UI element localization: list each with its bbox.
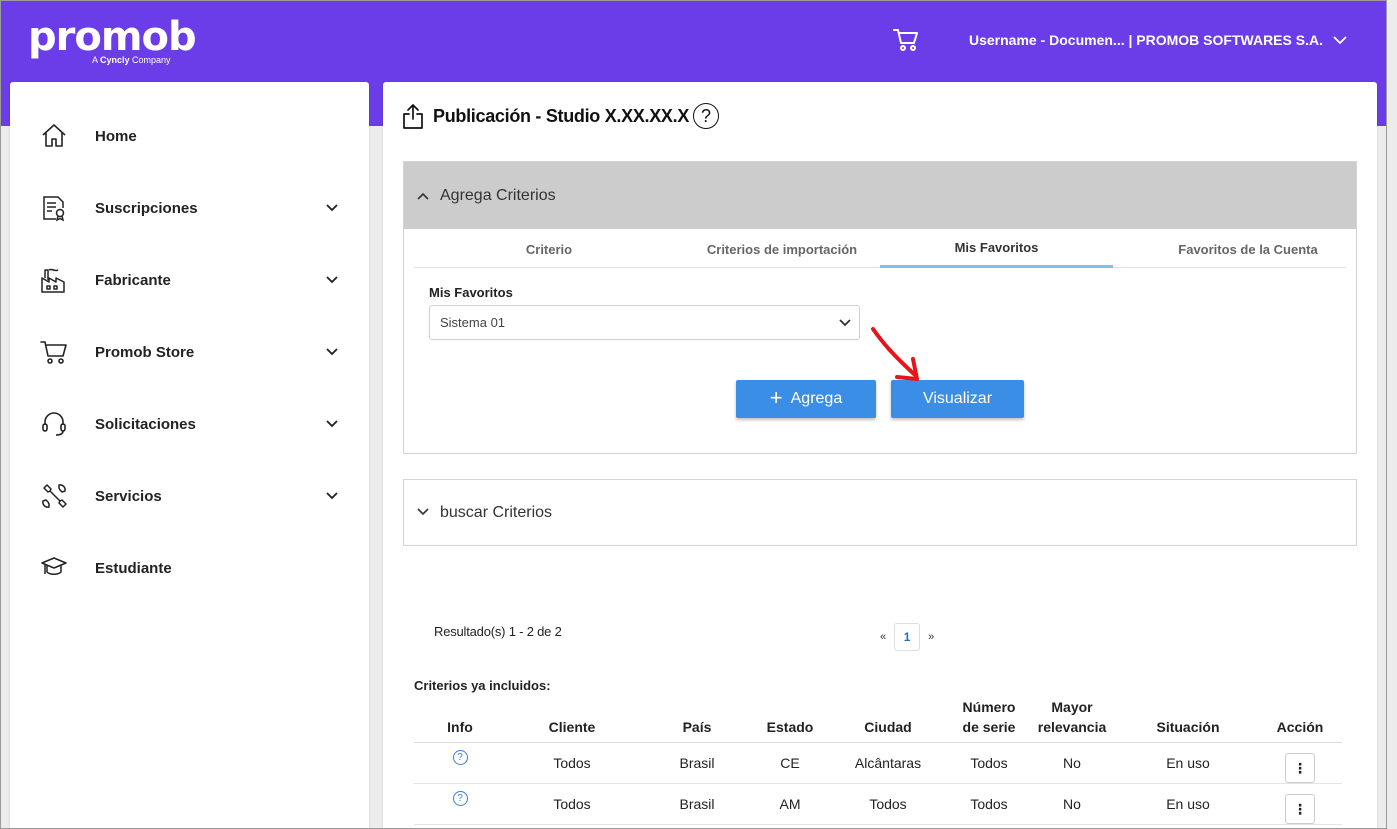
- cell-situacion: En uso: [1118, 783, 1258, 825]
- chevron-down-icon: [326, 276, 338, 284]
- criteria-panel-header[interactable]: Agrega Criterios: [404, 162, 1356, 229]
- certificate-document-icon: [39, 193, 69, 223]
- user-account-menu[interactable]: Username - Documen... | PROMOB SOFTWARES…: [969, 32, 1347, 48]
- chevron-down-icon: [417, 508, 429, 516]
- cart-icon: [39, 337, 69, 367]
- view-button-label: Visualizar: [922, 390, 993, 407]
- sidebar-item-label: Promob Store: [95, 343, 195, 361]
- col-situacion: Situación: [1118, 697, 1258, 743]
- promob-logo[interactable]: promob A Cyncly Company: [28, 14, 197, 65]
- info-icon[interactable]: ?: [452, 750, 468, 765]
- tab-criterio[interactable]: Criterio: [414, 230, 684, 268]
- pagination-page-1[interactable]: 1: [894, 623, 921, 651]
- row-actions-button[interactable]: ⋮: [1285, 794, 1315, 824]
- favorites-select[interactable]: Sistema 01: [429, 305, 860, 340]
- search-criteria-panel[interactable]: buscar Criterios: [403, 479, 1357, 546]
- criteria-panel-title: Agrega Criterios: [440, 186, 556, 204]
- cell-numero-serie: Todos: [952, 783, 1026, 825]
- annotation-arrow-icon: [871, 327, 919, 381]
- add-button-label: Agrega: [790, 390, 843, 407]
- help-icon[interactable]: ?: [693, 103, 720, 129]
- cell-estado: CE: [756, 742, 824, 784]
- results-summary: Resultado(s) 1 - 2 de 2: [434, 624, 562, 639]
- criteria-tabs: Criterio Criterios de importación Mis Fa…: [414, 230, 1346, 268]
- sidebar-item-promob-store[interactable]: Promob Store: [10, 322, 369, 382]
- sidebar-item-fabricante[interactable]: Fabricante: [10, 250, 369, 310]
- sidebar-item-suscripciones[interactable]: Suscripciones: [10, 178, 369, 238]
- logo-tagline: A Cyncly Company: [92, 55, 171, 65]
- chevron-down-icon: [326, 420, 338, 428]
- logo-text: promob: [28, 14, 197, 60]
- cart-icon[interactable]: [892, 27, 920, 53]
- sidebar: Home Suscripciones Fabricante Promob Sto…: [10, 82, 369, 828]
- cell-cliente: Todos: [506, 742, 638, 784]
- chevron-down-icon: [326, 348, 338, 356]
- sidebar-item-label: Solicitaciones: [95, 415, 196, 433]
- sidebar-item-servicios[interactable]: Servicios: [10, 466, 369, 526]
- sidebar-item-home[interactable]: Home: [10, 106, 369, 166]
- criteria-panel: Agrega Criterios Criterio Criterios de i…: [403, 161, 1357, 454]
- cell-pais: Brasil: [638, 742, 756, 784]
- chevron-down-icon: [839, 319, 851, 327]
- sidebar-item-label: Suscripciones: [95, 199, 198, 217]
- graduation-cap-icon: [39, 553, 69, 583]
- tools-icon: [39, 481, 69, 511]
- pagination: « 1 »: [880, 623, 934, 651]
- table-row: ? Todos Brasil AM Todos Todos No En uso …: [414, 783, 1342, 825]
- chevron-down-icon: [326, 492, 338, 500]
- sidebar-item-label: Home: [95, 127, 137, 145]
- user-account-label: Username - Documen... | PROMOB SOFTWARES…: [969, 32, 1323, 48]
- col-estado: Estado: [756, 697, 824, 743]
- favorites-label: Mis Favoritos: [429, 285, 513, 300]
- sidebar-item-label: Fabricante: [95, 271, 171, 289]
- page-header: Publicación - Studio X.XX.XX.X ?: [401, 102, 720, 130]
- page-title: Publicación - Studio X.XX.XX.X: [433, 105, 690, 126]
- chevron-down-icon: [326, 204, 338, 212]
- sidebar-item-label: Servicios: [95, 487, 162, 505]
- sidebar-item-solicitaciones[interactable]: Solicitaciones: [10, 394, 369, 454]
- info-icon[interactable]: ?: [452, 791, 468, 806]
- headset-icon: [39, 409, 69, 439]
- cell-ciudad: Alcântaras: [824, 742, 952, 784]
- cell-ciudad: Todos: [824, 783, 952, 825]
- app-window: promob A Cyncly Company Username - Docum…: [0, 0, 1387, 829]
- table-row: ? Todos Brasil CE Alcântaras Todos No En…: [414, 742, 1342, 784]
- cell-cliente: Todos: [506, 783, 638, 825]
- included-criteria-title: Criterios ya incluidos:: [414, 678, 551, 693]
- search-criteria-title: buscar Criterios: [440, 503, 553, 521]
- cell-mayor-relevancia: No: [1026, 742, 1118, 784]
- share-upload-icon: [403, 104, 423, 129]
- table-header-row: Info Cliente País Estado Ciudad Número de…: [414, 697, 1342, 743]
- pagination-next[interactable]: »: [928, 631, 934, 643]
- col-pais: País: [638, 697, 756, 743]
- chevron-up-icon: [417, 192, 429, 200]
- plus-icon: +: [769, 385, 783, 410]
- home-icon: [39, 121, 69, 151]
- pagination-prev[interactable]: «: [880, 631, 886, 643]
- included-criteria-table: Info Cliente País Estado Ciudad Número de…: [414, 697, 1342, 825]
- row-actions-button[interactable]: ⋮: [1285, 753, 1315, 783]
- sidebar-item-label: Estudiante: [95, 559, 172, 577]
- cell-estado: AM: [756, 783, 824, 825]
- col-info: Info: [414, 697, 506, 743]
- cell-pais: Brasil: [638, 783, 756, 825]
- add-button[interactable]: + Agrega: [736, 380, 876, 418]
- cell-mayor-relevancia: No: [1026, 783, 1118, 825]
- col-numero-serie: Número de serie: [952, 697, 1026, 743]
- col-accion: Acción: [1258, 697, 1342, 743]
- tab-favoritos-cuenta[interactable]: Favoritos de la Cuenta: [1126, 230, 1370, 268]
- chevron-down-icon: [1333, 36, 1347, 45]
- cell-situacion: En uso: [1118, 742, 1258, 784]
- main-content: Publicación - Studio X.XX.XX.X ? Agrega …: [383, 82, 1377, 828]
- tab-criterios-importacion[interactable]: Criterios de importación: [649, 230, 915, 268]
- factory-icon: [39, 265, 69, 295]
- sidebar-item-estudiante[interactable]: Estudiante: [10, 538, 369, 598]
- col-ciudad: Ciudad: [824, 697, 952, 743]
- favorites-selected-value: Sistema 01: [440, 315, 506, 330]
- view-button[interactable]: Visualizar: [891, 380, 1024, 418]
- tab-mis-favoritos[interactable]: Mis Favoritos: [880, 230, 1113, 268]
- col-cliente: Cliente: [506, 697, 638, 743]
- col-mayor-relevancia: Mayor relevancia: [1026, 697, 1118, 743]
- cell-numero-serie: Todos: [952, 742, 1026, 784]
